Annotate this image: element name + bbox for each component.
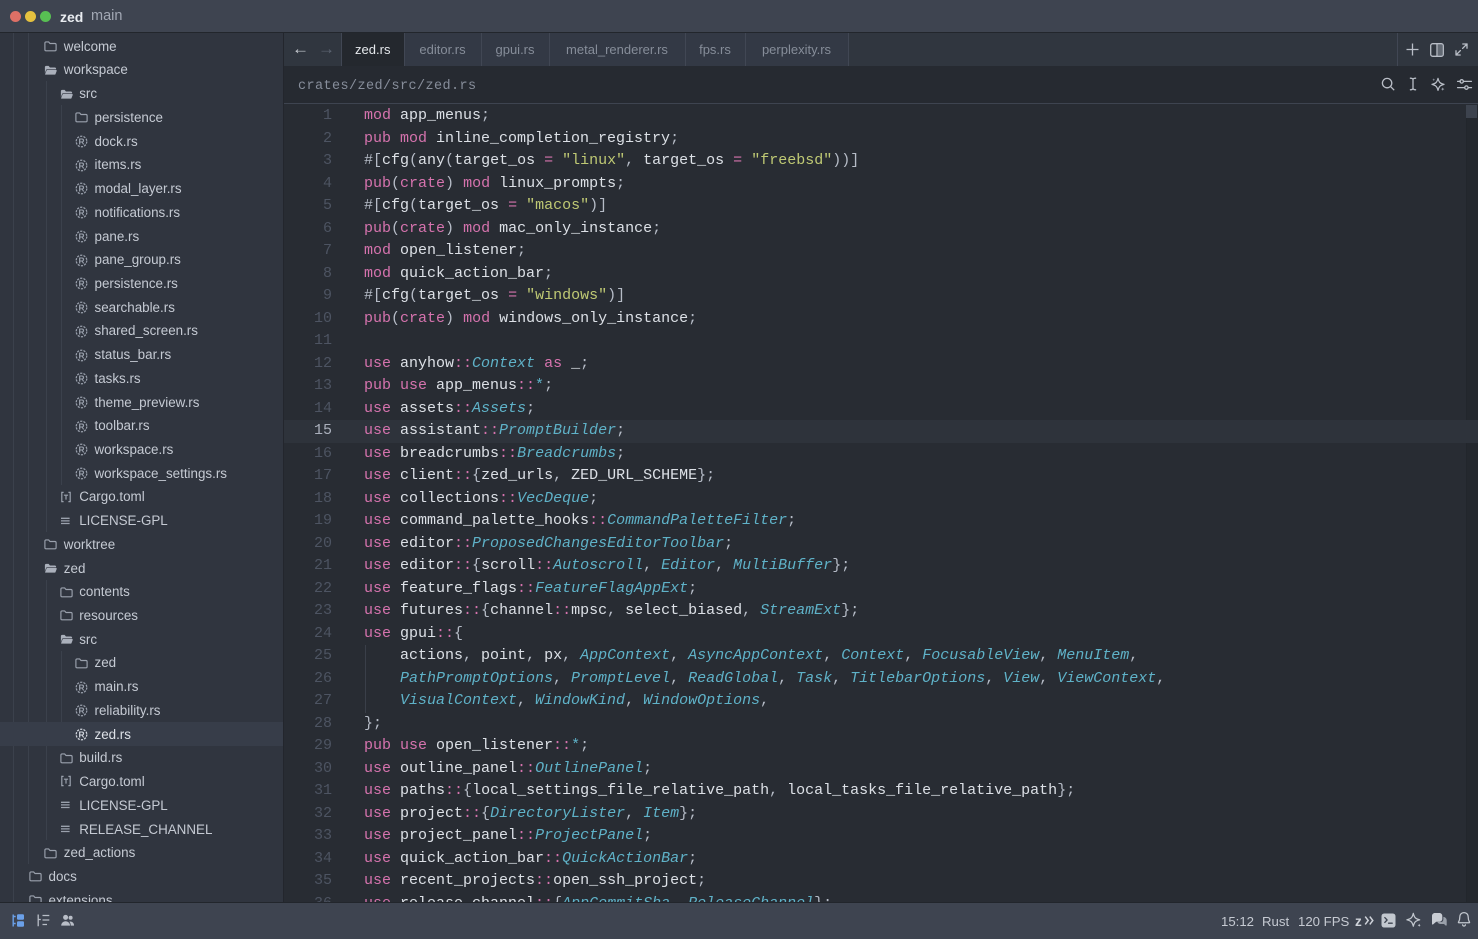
svg-text:R: R [78, 469, 84, 479]
svg-text:R: R [78, 279, 84, 289]
svg-text:R: R [78, 421, 84, 431]
svg-text:R: R [78, 255, 84, 265]
svg-text:R: R [78, 445, 84, 455]
svg-text:R: R [78, 730, 84, 740]
svg-text:R: R [78, 137, 84, 147]
svg-text:R: R [78, 160, 84, 170]
svg-text:R: R [78, 208, 84, 218]
svg-text:R: R [78, 303, 84, 313]
svg-text:R: R [78, 706, 84, 716]
svg-text:R: R [78, 232, 84, 242]
svg-text:R: R [78, 350, 84, 360]
svg-text:R: R [78, 682, 84, 692]
svg-text:R: R [78, 326, 84, 336]
svg-text:R: R [78, 374, 84, 384]
svg-text:R: R [78, 184, 84, 194]
svg-text:R: R [78, 398, 84, 408]
